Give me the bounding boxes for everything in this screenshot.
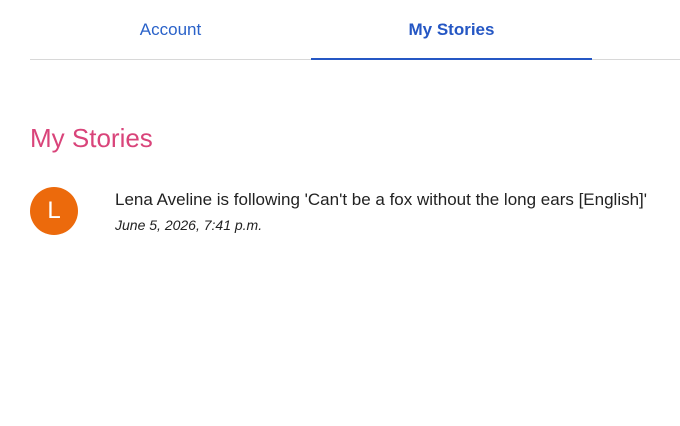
story-text: Lena Aveline is following 'Can't be a fo… <box>115 190 648 209</box>
tab-my-stories[interactable]: My Stories <box>311 0 592 60</box>
tab-account[interactable]: Account <box>30 0 311 59</box>
tab-bar: Account My Stories <box>30 0 680 60</box>
section-title: My Stories <box>30 123 153 153</box>
page: Account My Stories My Stories L Lena Ave… <box>0 0 680 426</box>
avatar[interactable]: L <box>30 187 78 235</box>
story-item: L Lena Aveline is following 'Can't be a … <box>30 187 680 239</box>
story-date: June 5, 2026, 7:41 p.m. <box>115 217 263 233</box>
